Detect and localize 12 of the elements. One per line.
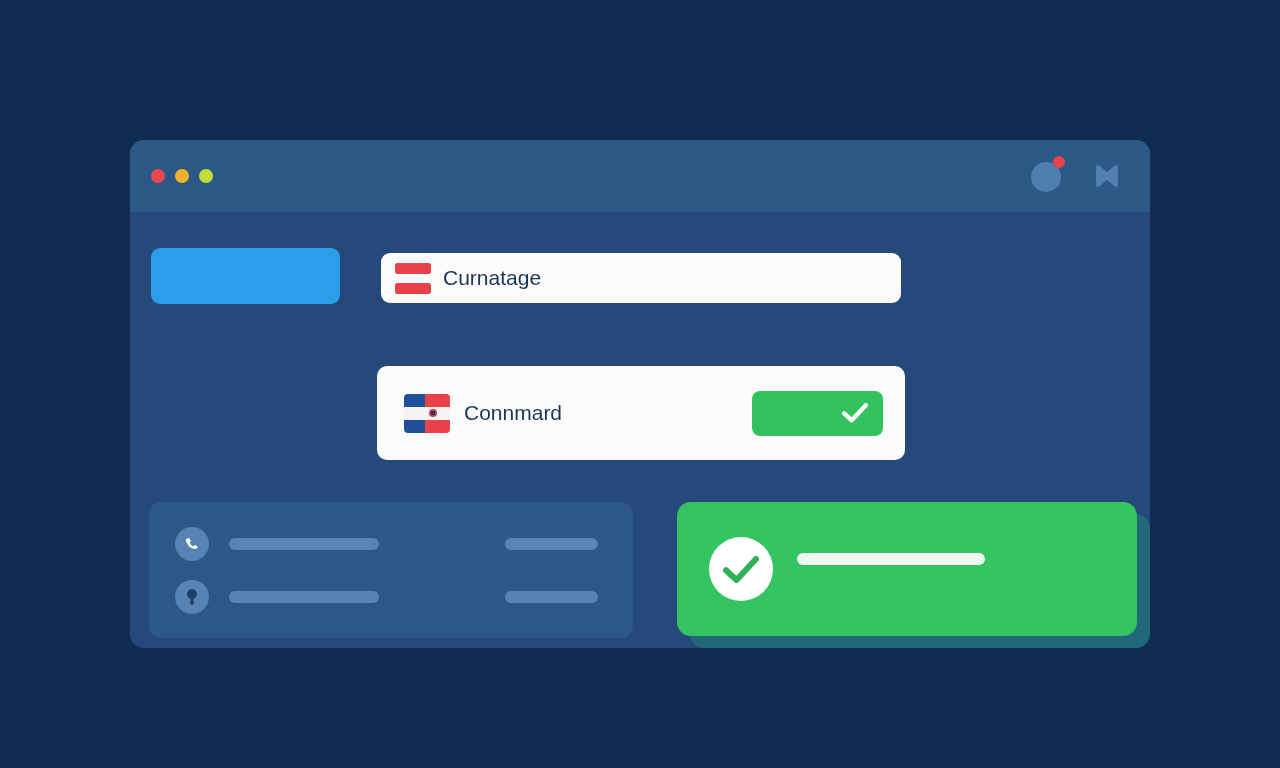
- text-field[interactable]: Curnatage: [381, 253, 901, 303]
- confirm-button[interactable]: [752, 390, 883, 436]
- text-input[interactable]: Curnatage: [443, 258, 887, 298]
- keyhole-icon: [175, 579, 209, 614]
- bow-tie-icon[interactable]: [1094, 163, 1120, 189]
- phone-icon: [175, 526, 209, 561]
- card-label: Connmard: [464, 400, 563, 427]
- stripes-icon: [395, 262, 431, 294]
- check-mark-icon: [723, 555, 759, 583]
- check-icon: [842, 403, 868, 423]
- flag-icon: [404, 393, 450, 433]
- primary-button[interactable]: [151, 248, 340, 304]
